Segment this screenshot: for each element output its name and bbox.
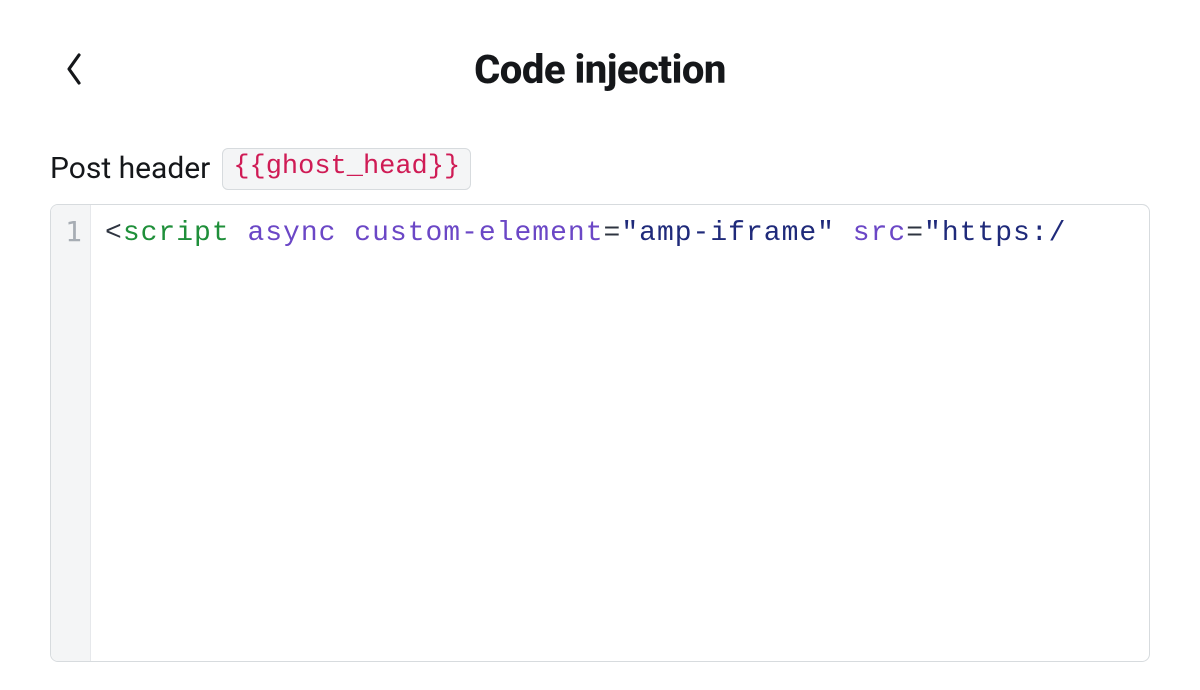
code-line-1[interactable]: <script async custom-element="amp-iframe… [105, 215, 1149, 253]
back-button[interactable] [50, 44, 100, 94]
section-label-row: Post header {{ghost_head}} [50, 148, 1150, 190]
code-scroll-area[interactable]: <script async custom-element="amp-iframe… [91, 205, 1149, 661]
val-custom: "amp-iframe" [621, 218, 835, 249]
header-row: Code injection [0, 0, 1200, 100]
punct-lt: < [105, 218, 123, 249]
space-2 [336, 218, 354, 249]
val-src: "https:/ [924, 218, 1066, 249]
ghost-head-badge: {{ghost_head}} [222, 148, 471, 190]
editor-gutter: 1 [51, 205, 91, 661]
space-3 [835, 218, 853, 249]
attr-custom: custom-element [354, 218, 603, 249]
line-number: 1 [51, 215, 82, 248]
section-label: Post header [50, 151, 210, 186]
space-1 [230, 218, 248, 249]
attr-src: src [853, 218, 906, 249]
equals-1: = [604, 218, 622, 249]
post-header-section: Post header {{ghost_head}} 1 <script asy… [0, 100, 1200, 662]
equals-2: = [906, 218, 924, 249]
attr-async: async [247, 218, 336, 249]
tag-name: script [123, 218, 230, 249]
code-editor[interactable]: 1 <script async custom-element="amp-ifra… [50, 204, 1150, 662]
page-title: Code injection [0, 46, 1200, 93]
editor-body: 1 <script async custom-element="amp-ifra… [51, 205, 1149, 661]
chevron-left-icon [65, 52, 85, 86]
